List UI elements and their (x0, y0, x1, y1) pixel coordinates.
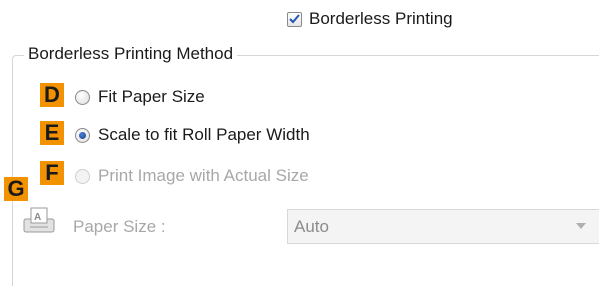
svg-text:A: A (34, 212, 41, 223)
borderless-printing-checkbox[interactable] (287, 11, 302, 27)
radio-button-selected[interactable] (75, 127, 90, 143)
radio-scale-to-fit-roll-width[interactable]: Scale to fit Roll Paper Width (75, 125, 310, 145)
borderless-printing-label: Borderless Printing (309, 9, 453, 28)
radio-label: Scale to fit Roll Paper Width (98, 125, 310, 144)
radio-label: Print Image with Actual Size (98, 166, 309, 185)
radio-label: Fit Paper Size (98, 87, 205, 106)
callout-badge-e: E (40, 121, 64, 145)
paper-size-label: Paper Size : (73, 217, 166, 236)
callout-badge-d: D (40, 83, 64, 107)
borderless-printing-checkbox-row[interactable]: Borderless Printing (287, 9, 453, 29)
chevron-down-icon (576, 223, 586, 229)
radio-print-actual-size[interactable]: Print Image with Actual Size (75, 166, 309, 186)
check-icon (289, 14, 300, 24)
radio-selected-dot (79, 131, 86, 139)
paper-size-icon: A (22, 206, 60, 241)
group-legend: Borderless Printing Method (24, 44, 238, 64)
callout-badge-f: F (40, 161, 64, 185)
radio-button-disabled[interactable] (75, 168, 90, 184)
callout-badge-g: G (4, 177, 28, 201)
radio-fit-paper-size[interactable]: Fit Paper Size (75, 87, 205, 107)
paper-size-dropdown[interactable]: Auto (287, 209, 599, 244)
radio-button[interactable] (75, 89, 90, 105)
paper-size-value: Auto (294, 216, 329, 236)
